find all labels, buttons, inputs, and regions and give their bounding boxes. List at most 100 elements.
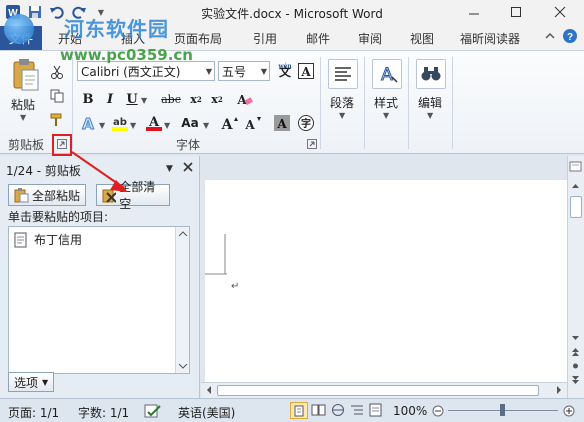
zoom-level[interactable]: 100% bbox=[393, 404, 427, 418]
font-name-dropdown-icon[interactable]: ▼ bbox=[206, 67, 212, 76]
tab-page-layout[interactable]: 页面布局 bbox=[174, 30, 222, 47]
options-button[interactable]: 选项 ▼ bbox=[8, 372, 55, 392]
copy-icon[interactable] bbox=[48, 87, 66, 105]
close-button[interactable] bbox=[550, 4, 570, 20]
underline-icon[interactable]: U bbox=[122, 89, 142, 109]
paste-button[interactable]: 粘贴 bbox=[11, 96, 35, 113]
paragraph-icon[interactable] bbox=[328, 59, 358, 89]
editing-button[interactable]: 编辑 bbox=[418, 94, 442, 111]
clipboard-hint: 单击要粘贴的项目: bbox=[8, 210, 109, 224]
change-case-dropdown-icon[interactable]: ▼ bbox=[203, 121, 209, 130]
styles-button[interactable]: 样式 bbox=[374, 94, 398, 111]
enclose-characters-icon[interactable]: 字 bbox=[296, 113, 316, 133]
help-icon[interactable]: ? bbox=[562, 28, 578, 47]
ribbon-separator bbox=[364, 57, 365, 149]
font-size-value: 五号 bbox=[222, 64, 247, 79]
ribbon-separator bbox=[320, 57, 321, 149]
phonetic-guide-icon[interactable]: 文 wén bbox=[275, 61, 295, 81]
scroll-right-icon[interactable] bbox=[553, 383, 565, 397]
ribbon-separator bbox=[408, 57, 409, 149]
web-layout-icon[interactable] bbox=[330, 403, 346, 420]
svg-text:wén: wén bbox=[277, 63, 292, 70]
scroll-down-arrow-icon[interactable] bbox=[568, 332, 583, 344]
next-page-icon[interactable] bbox=[568, 374, 583, 386]
font-group-label: 字体 bbox=[176, 138, 201, 152]
clipboard-list-scrollbar[interactable] bbox=[175, 227, 189, 373]
font-size-combo[interactable]: 五号 ▼ bbox=[218, 61, 270, 81]
vertical-scrollbar[interactable] bbox=[567, 156, 584, 398]
font-name-combo[interactable]: Calibri (西文正文) ▼ bbox=[77, 61, 215, 81]
maximize-button[interactable] bbox=[506, 4, 526, 20]
scroll-left-icon[interactable] bbox=[203, 383, 215, 397]
full-screen-reading-icon[interactable] bbox=[311, 403, 327, 420]
zoom-out-icon[interactable] bbox=[432, 405, 444, 417]
minimize-ribbon-icon[interactable] bbox=[544, 30, 556, 45]
options-label: 选项 bbox=[14, 375, 39, 390]
svg-text:A: A bbox=[381, 65, 393, 85]
draft-view-icon[interactable] bbox=[368, 403, 384, 420]
print-layout-view-icon[interactable] bbox=[290, 402, 308, 419]
styles-icon[interactable]: A bbox=[372, 59, 402, 89]
scroll-up-arrow-icon[interactable] bbox=[568, 180, 583, 192]
shrink-font-icon[interactable]: A bbox=[243, 113, 263, 133]
svg-text:A: A bbox=[221, 117, 234, 132]
tab-mailings[interactable]: 邮件 bbox=[306, 30, 330, 47]
superscript-icon[interactable]: x2 bbox=[207, 89, 227, 109]
editing-binoculars-icon[interactable] bbox=[416, 59, 446, 89]
pane-close-icon[interactable] bbox=[182, 161, 194, 176]
ruler-toggle-icon[interactable] bbox=[568, 160, 583, 174]
horizontal-scroll-thumb[interactable] bbox=[217, 385, 539, 396]
outline-view-icon[interactable] bbox=[349, 403, 365, 420]
tab-foxit-reader[interactable]: 福昕阅读器 bbox=[460, 30, 520, 47]
italic-icon[interactable]: I bbox=[100, 89, 120, 109]
pane-options-dropdown-icon[interactable]: ▼ bbox=[166, 164, 173, 174]
font-color-dropdown-icon[interactable]: ▼ bbox=[164, 121, 170, 130]
page-count[interactable]: 页面: 1/1 bbox=[8, 404, 59, 421]
strikethrough-icon[interactable]: abc bbox=[158, 89, 184, 109]
zoom-slider-thumb[interactable] bbox=[500, 404, 505, 416]
character-shading-icon[interactable]: A bbox=[272, 113, 292, 133]
grow-font-icon[interactable]: A bbox=[220, 113, 240, 133]
font-size-dropdown-icon[interactable]: ▼ bbox=[261, 67, 267, 76]
text-effects-icon[interactable]: A bbox=[78, 113, 98, 133]
paste-dropdown-icon[interactable]: ▼ bbox=[20, 113, 26, 122]
proofing-icon[interactable] bbox=[144, 403, 162, 422]
editing-dropdown-icon[interactable]: ▼ bbox=[427, 111, 433, 120]
tab-references[interactable]: 引用 bbox=[253, 30, 277, 47]
paragraph-dropdown-icon[interactable]: ▼ bbox=[339, 111, 345, 120]
styles-dropdown-icon[interactable]: ▼ bbox=[383, 111, 389, 120]
font-color-icon[interactable]: A bbox=[144, 113, 164, 133]
watermark-url: www.pc0359.cn bbox=[60, 46, 193, 64]
zoom-in-icon[interactable] bbox=[563, 405, 575, 417]
bold-icon[interactable]: B bbox=[78, 89, 98, 109]
highlight-icon[interactable]: ab bbox=[110, 113, 130, 133]
horizontal-scrollbar[interactable] bbox=[201, 382, 567, 398]
underline-dropdown-icon[interactable]: ▼ bbox=[141, 96, 147, 105]
clear-formatting-icon[interactable]: A bbox=[234, 89, 254, 109]
browse-object-icon[interactable] bbox=[568, 360, 583, 372]
cut-icon[interactable] bbox=[48, 63, 66, 81]
paragraph-button[interactable]: 段落 bbox=[330, 94, 354, 111]
text-effects-dropdown-icon[interactable]: ▼ bbox=[99, 121, 105, 130]
change-case-icon[interactable]: Aa bbox=[178, 113, 202, 133]
minimize-button[interactable] bbox=[464, 4, 484, 20]
tab-view[interactable]: 视图 bbox=[410, 30, 434, 47]
scroll-down-icon[interactable] bbox=[176, 359, 190, 373]
ribbon: 粘贴 ▼ 剪贴板 Calibri (西文正文) ▼ 五号 ▼ 文 wén A B … bbox=[0, 50, 584, 154]
clipboard-item[interactable]: 布丁信用 bbox=[13, 231, 82, 248]
format-painter-icon[interactable] bbox=[48, 111, 66, 129]
paste-icon[interactable] bbox=[8, 57, 42, 93]
highlight-dropdown-icon[interactable]: ▼ bbox=[130, 121, 136, 130]
vertical-scroll-thumb[interactable] bbox=[570, 196, 582, 218]
paste-all-icon bbox=[14, 188, 29, 203]
character-border-icon[interactable]: A bbox=[296, 61, 316, 81]
document-area: ↵ bbox=[201, 156, 567, 398]
language-indicator[interactable]: 英语(美国) bbox=[178, 404, 235, 421]
tab-review[interactable]: 审阅 bbox=[358, 30, 382, 47]
document-page[interactable]: ↵ bbox=[205, 180, 567, 384]
subscript-icon[interactable]: x2 bbox=[186, 89, 206, 109]
scroll-up-icon[interactable] bbox=[176, 227, 190, 241]
word-count[interactable]: 字数: 1/1 bbox=[78, 404, 129, 421]
previous-page-icon[interactable] bbox=[568, 346, 583, 358]
font-launcher-icon[interactable] bbox=[305, 137, 319, 151]
